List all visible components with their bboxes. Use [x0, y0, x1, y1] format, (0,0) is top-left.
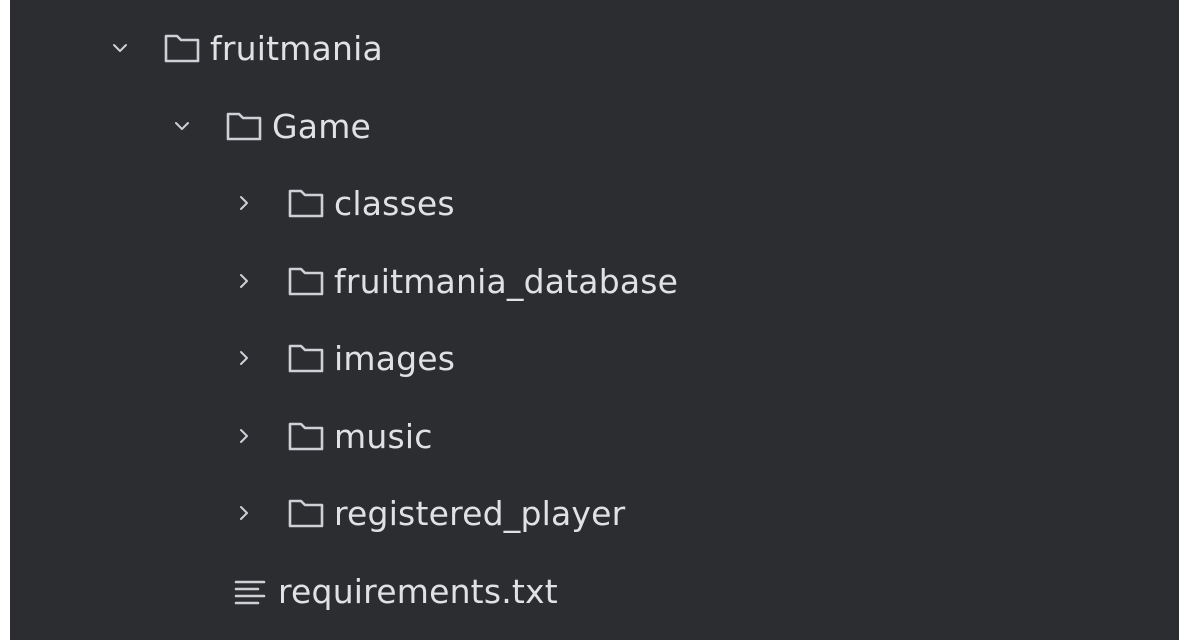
folder-icon: [286, 419, 326, 453]
tree-node-label: classes: [334, 183, 455, 223]
chevron-right-icon[interactable]: [230, 344, 258, 372]
tree-node-requirements-txt[interactable]: requirements.txt: [230, 555, 558, 627]
folder-icon: [286, 341, 326, 375]
tree-node-label: images: [334, 338, 456, 378]
chevron-down-icon[interactable]: [168, 112, 196, 140]
tree-node-registered-player[interactable]: registered_player: [230, 477, 625, 549]
folder-icon: [286, 186, 326, 220]
folder-icon: [286, 496, 326, 530]
tree-node-fruitmania-database[interactable]: fruitmania_database: [230, 245, 678, 317]
chevron-down-icon[interactable]: [106, 34, 134, 62]
folder-icon: [162, 31, 202, 65]
folder-icon: [286, 264, 326, 298]
tree-node-music[interactable]: music: [230, 400, 433, 472]
tree-node-label: fruitmania_database: [334, 261, 679, 301]
tree-node-label: requirements.txt: [278, 571, 558, 611]
tree-node-label: music: [334, 416, 433, 456]
tree-node-label: registered_player: [334, 493, 626, 533]
text-file-icon: [230, 574, 270, 608]
chevron-right-icon[interactable]: [230, 189, 258, 217]
tree-node-fruitmania[interactable]: fruitmania: [106, 12, 383, 84]
tree-node-game[interactable]: Game: [168, 90, 371, 162]
project-tree-panel: fruitmania Game classes fruitmania_datab…: [10, 0, 1179, 640]
tree-node-classes[interactable]: classes: [230, 167, 455, 239]
folder-icon: [224, 109, 264, 143]
tree-node-images[interactable]: images: [230, 322, 455, 394]
chevron-right-icon[interactable]: [230, 499, 258, 527]
chevron-right-icon[interactable]: [230, 422, 258, 450]
chevron-right-icon[interactable]: [230, 267, 258, 295]
tree-node-label: Game: [272, 106, 372, 146]
tree-node-label: fruitmania: [210, 28, 383, 68]
